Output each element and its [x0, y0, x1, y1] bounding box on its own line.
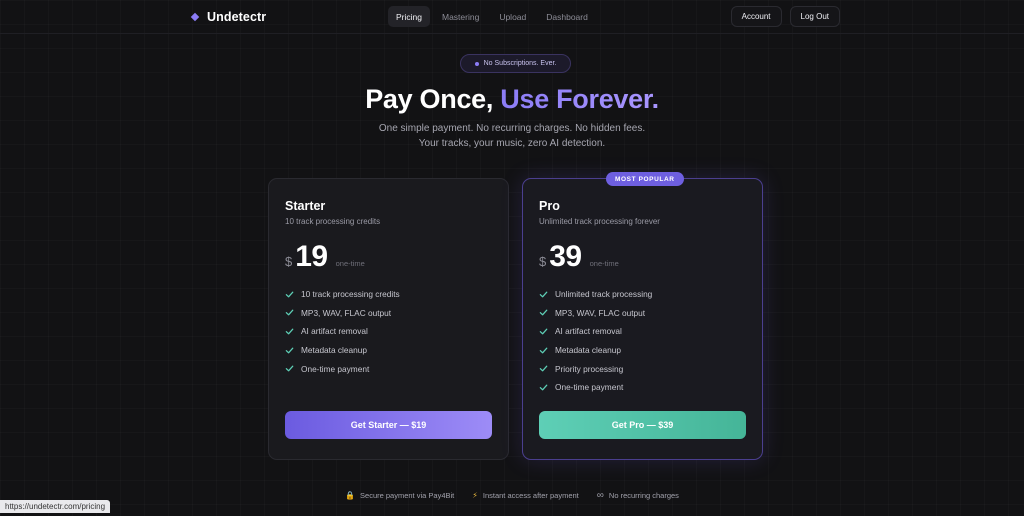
logout-button[interactable]: Log Out — [789, 6, 840, 27]
feature-text: AI artifact removal — [555, 326, 622, 337]
list-item: Metadata cleanup — [539, 341, 746, 360]
check-icon — [539, 309, 548, 316]
top-nav: Undetectr Pricing Mastering Upload Dashb… — [0, 0, 1024, 34]
plan-description: Unlimited track processing forever — [539, 217, 660, 226]
plan-description: 10 track processing credits — [285, 217, 381, 226]
most-popular-badge: MOST POPULAR — [606, 172, 684, 186]
get-pro-button[interactable]: Get Pro — $39 — [539, 411, 746, 439]
list-item: 10 track processing credits — [285, 285, 492, 304]
list-item: AI artifact removal — [285, 322, 492, 341]
check-icon — [539, 347, 548, 354]
trust-text: Instant access after payment — [482, 490, 579, 500]
account-button[interactable]: Account — [730, 6, 782, 27]
page-title: Pay Once, Use Forever. — [0, 84, 1024, 115]
check-icon — [285, 328, 294, 335]
check-icon — [285, 291, 294, 298]
pro-plan-card: MOST POPULAR Pro Unlimited track process… — [522, 172, 763, 460]
check-icon — [539, 291, 548, 298]
list-item: Priority processing — [539, 359, 746, 378]
feature-text: Metadata cleanup — [555, 345, 621, 356]
bolt-icon: ⚡ — [472, 490, 478, 500]
price: $ 19 one-time — [285, 240, 492, 274]
price-amount: 19 — [295, 240, 328, 273]
title-plain: Pay Once, — [365, 84, 501, 114]
check-icon — [539, 384, 548, 391]
lock-icon: 🔒 — [345, 490, 356, 500]
trust-text: Secure payment via Pay4Bit — [360, 490, 455, 500]
list-item: MP3, WAV, FLAC output — [539, 304, 746, 323]
price: $ 39 one-time — [539, 240, 746, 274]
list-item: Unlimited track processing — [539, 285, 746, 304]
trust-item-secure: 🔒 Secure payment via Pay4Bit — [345, 489, 454, 501]
background-grid — [0, 0, 1024, 516]
check-icon — [539, 328, 548, 335]
pill-dot-icon — [474, 61, 479, 66]
trust-item-instant: ⚡ Instant access after payment — [472, 489, 579, 501]
list-item: AI artifact removal — [539, 322, 746, 341]
price-period: one-time — [589, 259, 619, 268]
plan-name: Starter — [285, 199, 326, 213]
subtitle-line-1: One simple payment. No recurring charges… — [378, 123, 646, 134]
get-starter-button[interactable]: Get Starter — $19 — [285, 411, 492, 439]
feature-text: MP3, WAV, FLAC output — [555, 307, 646, 318]
feature-text: Priority processing — [555, 363, 624, 374]
feature-list: 10 track processing credits MP3, WAV, FL… — [285, 285, 492, 378]
logo[interactable]: Undetectr — [190, 9, 267, 25]
trust-text: No recurring charges — [608, 490, 679, 500]
browser-status-url: https://undetectr.com/pricing — [0, 500, 111, 513]
feature-text: Unlimited track processing — [555, 289, 653, 300]
feature-list: Unlimited track processing MP3, WAV, FLA… — [539, 285, 746, 397]
pill-text: No Subscriptions. Ever. — [483, 60, 557, 67]
list-item: One-time payment — [539, 378, 746, 397]
subtitle-line-2: Your tracks, your music, zero AI detecti… — [418, 138, 606, 149]
trust-item-no-recurring: ∞ No recurring charges — [597, 489, 679, 501]
feature-text: MP3, WAV, FLAC output — [301, 307, 392, 318]
feature-text: One-time payment — [301, 363, 370, 374]
list-item: Metadata cleanup — [285, 341, 492, 360]
nav-link-mastering[interactable]: Mastering — [434, 6, 487, 27]
feature-text: 10 track processing credits — [301, 289, 400, 300]
list-item: MP3, WAV, FLAC output — [285, 304, 492, 323]
price-period: one-time — [335, 259, 365, 268]
nav-link-dashboard[interactable]: Dashboard — [538, 6, 596, 27]
logo-text: Undetectr — [207, 10, 267, 24]
list-item: One-time payment — [285, 359, 492, 378]
currency-symbol: $ — [285, 254, 293, 269]
plan-name: Pro — [539, 199, 560, 213]
feature-text: Metadata cleanup — [301, 345, 367, 356]
check-icon — [285, 347, 294, 354]
nav-link-pricing[interactable]: Pricing — [388, 6, 430, 27]
check-icon — [285, 309, 294, 316]
price-amount: 39 — [549, 240, 582, 273]
nav-links: Pricing Mastering Upload Dashboard — [388, 6, 596, 27]
title-accent: Use Forever. — [500, 84, 659, 114]
currency-symbol: $ — [539, 254, 547, 269]
nav-link-upload[interactable]: Upload — [491, 6, 534, 27]
check-icon — [285, 365, 294, 372]
no-subscriptions-pill: No Subscriptions. Ever. — [460, 54, 571, 73]
logo-diamond-icon — [190, 12, 200, 22]
trust-row: 🔒 Secure payment via Pay4Bit ⚡ Instant a… — [0, 489, 1024, 501]
check-icon — [539, 365, 548, 372]
feature-text: One-time payment — [555, 382, 624, 393]
starter-plan-card: Starter 10 track processing credits $ 19… — [268, 178, 509, 460]
infinity-icon: ∞ — [596, 489, 604, 501]
feature-text: AI artifact removal — [301, 326, 368, 337]
nav-actions: Account Log Out — [730, 6, 840, 27]
